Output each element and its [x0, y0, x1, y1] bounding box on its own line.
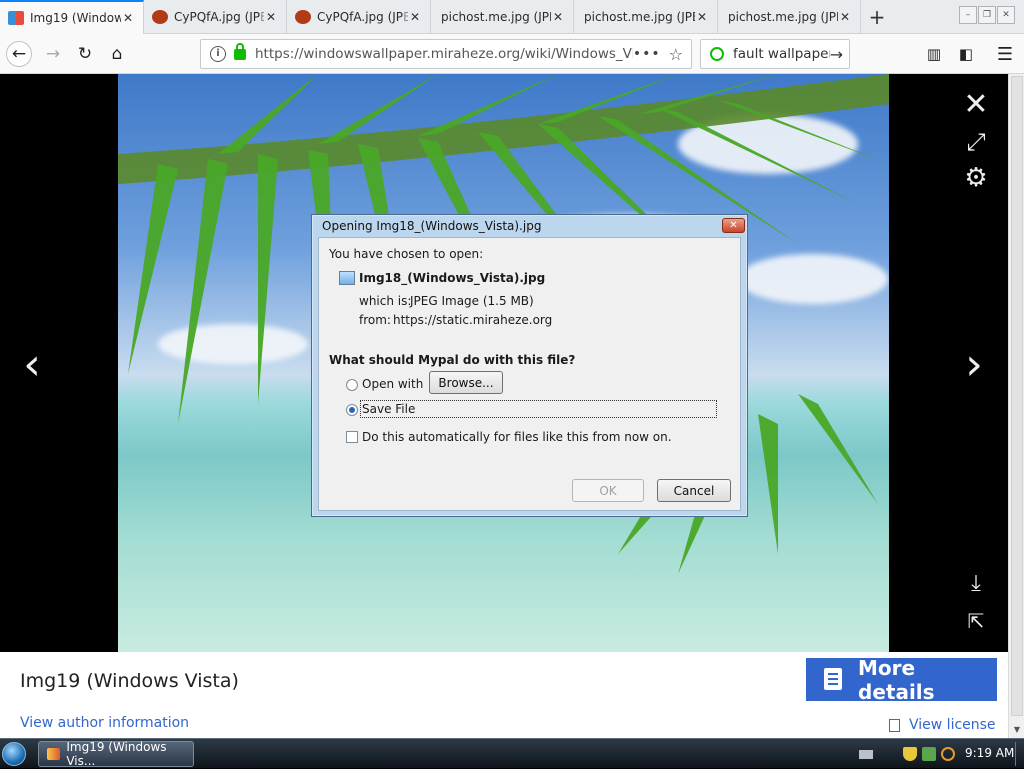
search-icon — [710, 47, 724, 61]
address-bar[interactable]: i https://windowswallpaper.miraheze.org/… — [200, 39, 692, 69]
url-text[interactable]: https://windowswallpaper.miraheze.org/wi… — [255, 46, 633, 62]
tab-label: CyPQfA.jpg (JP — [174, 10, 261, 24]
bookmark-star-icon[interactable]: ☆ — [669, 45, 683, 64]
more-details-label: More details — [858, 655, 935, 704]
download-icon[interactable]: ⤓ — [960, 568, 992, 598]
tab-cypqfa-2[interactable]: CyPQfA.jpg (JPEG ✕ — [287, 0, 431, 34]
library-icon[interactable]: ▥ — [922, 42, 946, 66]
menu-hamburger-icon[interactable]: ☰ — [993, 42, 1017, 66]
taskbar-window-button[interactable]: Img19 (Windows Vis... — [38, 740, 194, 768]
auto-action-checkbox[interactable] — [346, 431, 358, 443]
scroll-down-arrow-icon[interactable]: ▼ — [1009, 722, 1024, 738]
dialog-close-icon[interactable]: ✕ — [722, 218, 745, 233]
scrollbar-thumb[interactable] — [1011, 76, 1023, 716]
tab-strip: Img19 (Windows ✕ CyPQfA.jpg (JPEG ✕ CyPQ… — [0, 0, 1024, 34]
windows-start-orb-icon — [2, 742, 26, 766]
auto-action-label[interactable]: Do this automatically for files like thi… — [362, 430, 672, 444]
tab-label: pichost.me.jpg (JPE — [728, 10, 838, 24]
minimize-window-icon[interactable]: – — [959, 6, 977, 24]
document-icon — [824, 668, 842, 690]
network-tray-icon[interactable] — [922, 747, 936, 761]
site-info-icon[interactable]: i — [210, 46, 226, 62]
more-details-button[interactable]: More details — [806, 655, 997, 704]
ok-button[interactable]: OK — [572, 479, 644, 502]
tab-cypqfa-1[interactable]: CyPQfA.jpg (JPEG ✕ — [144, 0, 287, 34]
windows-taskbar: Img19 (Windows Vis... 9:19 AM — [0, 738, 1024, 768]
close-window-icon[interactable]: ✕ — [997, 6, 1015, 24]
close-viewer-icon[interactable]: ✕ — [960, 87, 992, 122]
restore-window-icon[interactable]: ❐ — [978, 6, 996, 24]
keyboard-tray-icon[interactable] — [859, 750, 873, 759]
image-title: Img19 (Windows Vista) — [20, 670, 239, 692]
cancel-button[interactable]: Cancel — [657, 479, 731, 502]
home-icon[interactable]: ⌂ — [104, 41, 130, 67]
secure-lock-icon — [234, 42, 246, 60]
tab-pichost-2[interactable]: pichost.me.jpg (JPEG ✕ — [574, 0, 718, 34]
from-value: https://static.miraheze.org — [393, 313, 553, 327]
dialog-body: You have chosen to open: Img18_(Windows_… — [318, 237, 741, 511]
save-file-label[interactable]: Save File — [362, 402, 415, 416]
open-with-radio[interactable] — [346, 379, 358, 391]
security-shield-icon[interactable] — [903, 747, 917, 761]
which-is-label: which is: — [359, 294, 412, 308]
new-tab-plus-icon[interactable]: + — [866, 6, 888, 28]
open-with-label[interactable]: Open with — [362, 377, 423, 391]
fullscreen-expand-icon[interactable]: ⤢ — [960, 126, 992, 158]
image-info-panel: Img19 (Windows Vista) More details View … — [0, 652, 1008, 738]
close-tab-icon[interactable]: ✕ — [838, 10, 852, 24]
tab-label: pichost.me.jpg (JPE — [441, 10, 551, 24]
show-desktop-button[interactable] — [1015, 742, 1021, 766]
navigation-toolbar: ← → ↻ ⌂ i https://windowswallpaper.mirah… — [0, 34, 1024, 74]
reload-icon[interactable]: ↻ — [72, 41, 98, 67]
taskbar-window-label: Img19 (Windows Vis... — [66, 740, 167, 768]
close-tab-icon[interactable]: ✕ — [695, 10, 709, 24]
forward-arrow-icon[interactable]: → — [40, 41, 66, 67]
previous-image-chevron-icon[interactable]: ‹ — [10, 334, 54, 394]
license-icon — [889, 718, 900, 732]
windows-logo-icon — [8, 11, 24, 25]
page-actions-icon[interactable]: ••• — [633, 46, 661, 62]
tab-pichost-3[interactable]: pichost.me.jpg (JPEG ✕ — [718, 0, 861, 34]
dialog-title: Opening Img18_(Windows_Vista).jpg — [322, 219, 542, 233]
tab-label: CyPQfA.jpg (JP — [317, 10, 404, 24]
start-button[interactable] — [0, 739, 28, 769]
share-icon[interactable]: ⇱ — [960, 606, 992, 636]
open-file-dialog: Opening Img18_(Windows_Vista).jpg ✕ You … — [311, 214, 748, 517]
tab-label: pichost.me.jpg (JPE — [584, 10, 695, 24]
settings-gear-icon[interactable]: ⚙ — [960, 162, 992, 194]
view-author-link[interactable]: View author information — [20, 715, 189, 731]
browser-app-icon — [47, 748, 61, 760]
tab-img19[interactable]: Img19 (Windows ✕ — [0, 0, 144, 34]
close-tab-icon[interactable]: ✕ — [121, 11, 135, 25]
search-input[interactable]: fault wallpaper — [733, 46, 830, 62]
tab-pichost-1[interactable]: pichost.me.jpg (JPEG ✕ — [431, 0, 574, 34]
image-file-icon — [339, 271, 355, 285]
close-tab-icon[interactable]: ✕ — [551, 10, 565, 24]
volume-search-tray-icon[interactable] — [941, 747, 955, 761]
vertical-scrollbar[interactable]: ▼ — [1008, 74, 1024, 738]
cat-icon — [295, 10, 311, 24]
action-question: What should Mypal do with this file? — [329, 353, 576, 367]
search-go-arrow-icon[interactable]: → — [830, 45, 843, 64]
cat-icon — [152, 10, 168, 24]
sidebar-icon[interactable]: ◧ — [954, 42, 978, 66]
file-type-value: JPEG Image (1.5 MB) — [410, 294, 534, 308]
close-tab-icon[interactable]: ✕ — [264, 10, 278, 24]
taskbar-clock[interactable]: 9:19 AM — [965, 746, 1014, 760]
next-image-chevron-icon[interactable]: › — [952, 334, 996, 394]
close-tab-icon[interactable]: ✕ — [408, 10, 422, 24]
save-file-radio[interactable] — [346, 404, 358, 416]
search-bar[interactable]: fault wallpaper → — [700, 39, 850, 69]
tab-label: Img19 (Window — [30, 11, 121, 25]
from-label: from: — [359, 313, 391, 327]
chosen-to-open-text: You have chosen to open: — [329, 247, 484, 261]
license-label: View license — [909, 717, 996, 733]
back-arrow-icon[interactable]: ← — [6, 41, 32, 67]
file-name: Img18_(Windows_Vista).jpg — [359, 271, 546, 285]
browse-button[interactable]: Browse... — [429, 371, 503, 394]
view-license-link[interactable]: View license — [889, 717, 996, 733]
